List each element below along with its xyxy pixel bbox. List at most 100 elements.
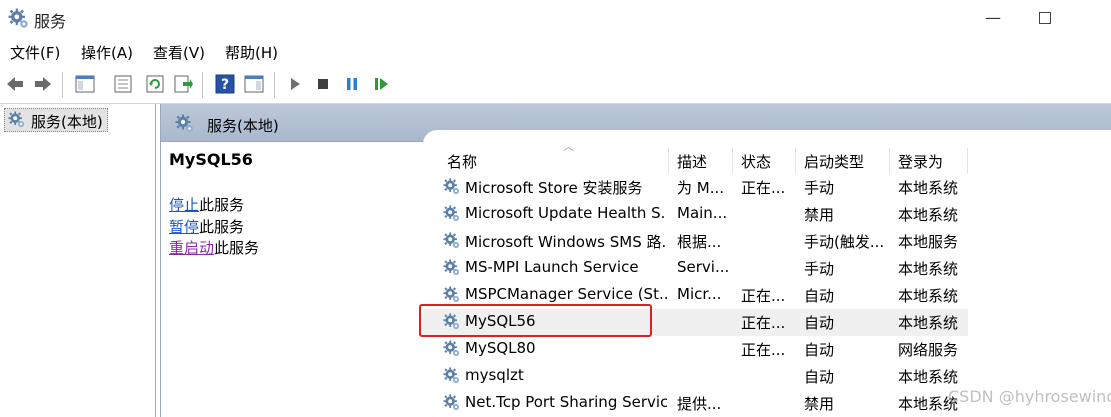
selected-service-name: MySQL56 <box>169 150 253 169</box>
console-tree: 服务(本地) <box>0 104 156 417</box>
service-gear-icon <box>443 394 461 411</box>
service-name: MSPCManager Service (St... <box>465 285 667 303</box>
service-startup-type: 手动 <box>804 260 835 278</box>
services-app-icon <box>8 8 30 30</box>
service-description: Main... <box>677 204 728 222</box>
properties-icon[interactable] <box>112 73 134 95</box>
maximize-icon <box>1039 12 1051 24</box>
forward-arrow-icon[interactable] <box>32 73 54 95</box>
service-name: Microsoft Store 安装服务 <box>465 179 643 197</box>
restart-service-icon[interactable] <box>370 73 392 95</box>
service-description: 提供... <box>677 395 722 413</box>
service-status: 正在... <box>741 314 786 332</box>
svg-text:?: ? <box>221 77 229 93</box>
show-hide-console-tree-icon[interactable] <box>74 73 96 95</box>
export-list-icon[interactable] <box>172 73 194 95</box>
service-log-on-as: 网络服务 <box>898 341 959 359</box>
help-icon[interactable]: ? <box>214 73 236 95</box>
service-gear-icon <box>443 205 461 222</box>
toolbar-separator <box>62 72 63 98</box>
service-startup-type: 禁用 <box>804 395 835 413</box>
service-description: 为 M... <box>677 179 725 197</box>
service-startup-type: 手动(触发... <box>804 233 885 251</box>
column-header-description[interactable]: 描述 <box>669 148 733 174</box>
menu-action[interactable]: 操作(A) <box>81 42 133 63</box>
column-header-name[interactable]: ︿ 名称 <box>439 140 669 174</box>
menu-bar: 文件(F) 操作(A) 查看(V) 帮助(H) <box>0 38 1111 66</box>
stop-service-link[interactable]: 停止 <box>169 196 199 214</box>
service-status: 正在... <box>741 287 786 305</box>
menu-file[interactable]: 文件(F) <box>10 42 60 63</box>
service-name: mysqlzt <box>465 366 524 384</box>
service-log-on-as: 本地服务 <box>898 233 959 251</box>
action-pane-icon[interactable] <box>243 73 265 95</box>
tree-node-services-local[interactable]: 服务(本地) <box>4 108 108 132</box>
service-log-on-as: 本地系统 <box>898 260 959 278</box>
column-header-label: 名称 <box>447 153 478 171</box>
menu-help[interactable]: 帮助(H) <box>225 42 278 63</box>
service-log-on-as: 本地系统 <box>898 206 959 224</box>
table-row[interactable]: MS-MPI Launch Service Servi... 手动 本地系统 <box>423 255 968 282</box>
service-name: MySQL56 <box>465 312 536 330</box>
service-startup-type: 自动 <box>804 368 835 386</box>
window-title: 服务 <box>34 12 67 31</box>
restart-service-link[interactable]: 重启动 <box>169 239 214 257</box>
menu-view[interactable]: 查看(V) <box>153 42 205 63</box>
services-list: ︿ 名称 描述 状态 启动类型 登录为 Microsoft Store 安装服务… <box>423 130 1111 417</box>
service-startup-type: 手动 <box>804 179 835 197</box>
service-name: Microsoft Windows SMS 路... <box>465 233 667 251</box>
service-name: MS-MPI Launch Service <box>465 258 639 276</box>
panel-header-title: 服务(本地) <box>207 117 279 135</box>
pause-service-link[interactable]: 暂停 <box>169 218 199 236</box>
table-row[interactable]: MSPCManager Service (St... Micr... 正在...… <box>423 282 968 309</box>
service-name: Net.Tcp Port Sharing Service <box>465 393 667 411</box>
service-startup-type: 自动 <box>804 314 835 332</box>
service-description: 根据... <box>677 233 722 251</box>
service-startup-type: 禁用 <box>804 206 835 224</box>
service-log-on-as: 本地系统 <box>898 179 959 197</box>
table-row-selected[interactable]: MySQL56 正在... 自动 本地系统 <box>423 309 968 336</box>
table-row[interactable]: Net.Tcp Port Sharing Service 提供... 禁用 本地… <box>423 390 968 417</box>
service-description: Servi... <box>677 258 730 276</box>
toolbar-separator <box>274 72 275 98</box>
service-actions: 停止此服务 暂停此服务 重启动此服务 <box>169 195 419 260</box>
table-row[interactable]: mysqlzt 自动 本地系统 <box>423 363 968 390</box>
toolbar: ? <box>0 66 1111 104</box>
service-log-on-as: 本地系统 <box>898 287 959 305</box>
service-startup-type: 自动 <box>804 287 835 305</box>
sort-ascending-icon: ︿ <box>563 140 574 153</box>
minimize-button[interactable]: — <box>978 6 1008 30</box>
table-row[interactable]: Microsoft Store 安装服务 为 M... 正在... 手动 本地系… <box>423 174 968 201</box>
action-suffix: 此服务 <box>214 239 260 257</box>
pause-service-icon[interactable] <box>341 73 363 95</box>
maximize-button[interactable] <box>1030 6 1060 30</box>
service-gear-icon <box>443 367 461 384</box>
column-header-startup-type[interactable]: 启动类型 <box>796 148 890 174</box>
action-suffix: 此服务 <box>199 196 245 214</box>
table-row[interactable]: Microsoft Windows SMS 路... 根据... 手动(触发..… <box>423 228 968 255</box>
tree-node-label: 服务(本地) <box>31 113 103 131</box>
service-log-on-as: 本地系统 <box>898 368 959 386</box>
start-service-icon[interactable] <box>284 73 306 95</box>
service-status: 正在... <box>741 341 786 359</box>
service-gear-icon <box>443 340 461 357</box>
column-header-status[interactable]: 状态 <box>733 148 796 174</box>
service-status: 正在... <box>741 179 786 197</box>
toolbar-separator <box>202 72 203 98</box>
back-arrow-icon[interactable] <box>4 73 26 95</box>
table-row[interactable]: Microsoft Update Health S... Main... 禁用 … <box>423 201 968 228</box>
column-headers: ︿ 名称 描述 状态 启动类型 登录为 <box>423 140 1111 174</box>
column-header-log-on-as[interactable]: 登录为 <box>890 148 968 174</box>
refresh-icon[interactable] <box>144 73 166 95</box>
service-description: Micr... <box>677 285 722 303</box>
service-gear-icon <box>443 313 461 330</box>
stop-service-icon[interactable] <box>312 73 334 95</box>
service-gear-icon <box>443 178 461 196</box>
services-panel: 服务(本地) MySQL56 停止此服务 暂停此服务 重启动此服务 ︿ 名称 描… <box>160 104 1111 417</box>
table-row[interactable]: MySQL80 正在... 自动 网络服务 <box>423 336 968 363</box>
title-bar: 服务 — <box>0 0 1111 38</box>
services-gear-icon <box>8 111 26 129</box>
watermark: CSDN @hyhrosewind <box>948 387 1111 406</box>
service-startup-type: 自动 <box>804 341 835 359</box>
action-suffix: 此服务 <box>199 217 245 236</box>
